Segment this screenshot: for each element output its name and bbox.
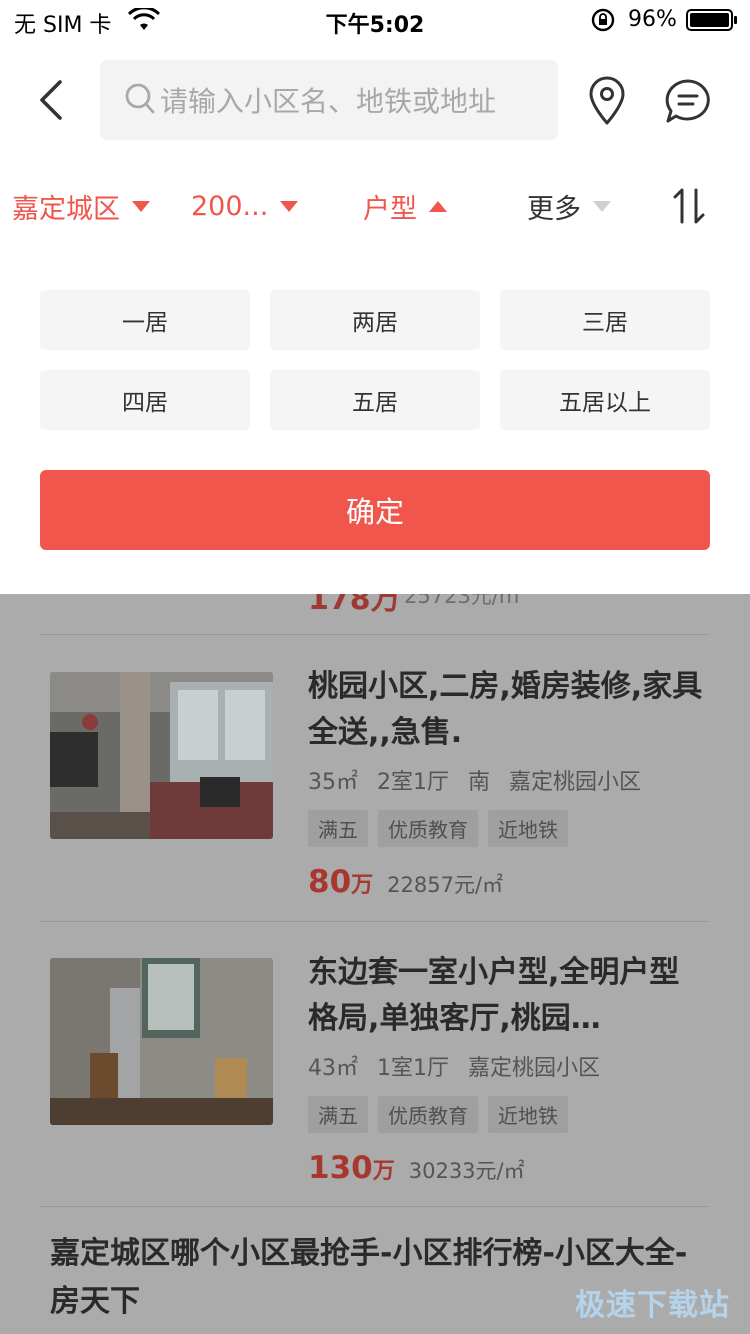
- listing-price-value: 130: [308, 1150, 373, 1186]
- search-input[interactable]: 请输入小区名、地铁或地址: [100, 60, 558, 140]
- listing-title: 东边套一室小户型,全明户型格局,单独客厅,桃园…: [308, 955, 680, 1036]
- listing-tags: 满五 优质教育 近地铁: [308, 810, 578, 847]
- room-option[interactable]: 一居: [40, 290, 250, 350]
- caret-down-icon: [132, 200, 150, 212]
- listing-tags: 满五 优质教育 近地铁: [308, 1096, 578, 1133]
- listing-photo: [50, 958, 273, 1125]
- listing-tag: 优质教育: [378, 1096, 478, 1133]
- confirm-button[interactable]: 确定: [40, 470, 710, 550]
- listing-title: 桃园小区,二房,婚房装修,家具全送,,急售.: [308, 669, 703, 750]
- filter-tab-more[interactable]: 更多: [527, 186, 611, 226]
- nav-bar: 请输入小区名、地铁或地址: [0, 40, 750, 160]
- listing-layout: 2室1厅: [377, 770, 449, 795]
- listing-item[interactable]: 东边套一室小户型,全明户型格局,单独客厅,桃园… 43㎡ 1室1厅 嘉定桃园小区…: [0, 922, 750, 1208]
- caret-down-icon: [593, 200, 611, 212]
- room-option[interactable]: 五居以上: [500, 370, 710, 430]
- filter-tab-label: 户型: [363, 193, 417, 225]
- battery-percent: 96%: [628, 7, 677, 32]
- filter-tab-label: 200...: [191, 190, 269, 222]
- listing-community: 嘉定桃园小区: [468, 1056, 601, 1081]
- page: 无 SIM 卡 下午5:02 96% 请输入小区名、地铁或地址 嘉定城区 200…: [0, 0, 750, 1334]
- listing-price: 80万 22857元/㎡: [308, 864, 503, 900]
- dimmed-listing-overlay[interactable]: 178万 25723元/m 桃园小区,二房,婚房装修,家具全送,,急售. 35㎡…: [0, 594, 750, 1334]
- listing-orientation: 南: [468, 770, 491, 795]
- listing-tag: 近地铁: [488, 1096, 568, 1133]
- listing-tag: 满五: [308, 1096, 368, 1133]
- listing-price-unit: 万: [351, 873, 374, 898]
- room-option[interactable]: 三居: [500, 290, 710, 350]
- cut-off-listing: 178万 25723元/m: [0, 594, 750, 617]
- listing-price-value: 80: [308, 864, 352, 900]
- listing-price: 178万: [308, 594, 401, 617]
- listing-unit-price: 25723元/m: [404, 594, 520, 608]
- message-icon[interactable]: [664, 78, 712, 124]
- listing-community: 嘉定桃园小区: [509, 770, 642, 795]
- listing-area: 35㎡: [308, 770, 358, 795]
- filter-tab-price[interactable]: 200...: [191, 186, 299, 226]
- location-pin-icon[interactable]: [586, 76, 628, 126]
- listing-unit-price: 30233元/㎡: [408, 1159, 525, 1183]
- listing-price: 130万 30233元/㎡: [308, 1150, 525, 1186]
- filter-bar: 嘉定城区 200... 户型 更多: [0, 160, 750, 252]
- listing-item[interactable]: 桃园小区,二房,婚房装修,家具全送,,急售. 35㎡ 2室1厅 南 嘉定桃园小区…: [0, 636, 750, 922]
- listing-layout: 1室1厅: [377, 1056, 449, 1081]
- watermark: 极速下载站: [575, 1288, 730, 1323]
- search-icon: [125, 83, 155, 114]
- listing-unit-price: 22857元/㎡: [387, 873, 504, 897]
- filter-tab-label: 嘉定城区: [12, 193, 120, 225]
- filter-tab-district[interactable]: 嘉定城区: [12, 186, 150, 226]
- battery-icon: [686, 9, 737, 31]
- filter-tab-label: 更多: [527, 193, 581, 225]
- room-option[interactable]: 四居: [40, 370, 250, 430]
- status-bar: 无 SIM 卡 下午5:02 96%: [0, 0, 750, 40]
- listing-tag: 满五: [308, 810, 368, 847]
- listing-meta: 35㎡ 2室1厅 南 嘉定桃园小区: [308, 764, 653, 796]
- orientation-lock-icon: [591, 8, 615, 32]
- back-arrow-icon[interactable]: [34, 78, 68, 122]
- listing-area: 43㎡: [308, 1056, 358, 1081]
- listing-tag: 近地铁: [488, 810, 568, 847]
- search-placeholder: 请输入小区名、地铁或地址: [160, 85, 497, 118]
- divider: [40, 1206, 710, 1207]
- caret-down-icon: [280, 200, 299, 212]
- room-option[interactable]: 五居: [270, 370, 480, 430]
- sort-icon[interactable]: [668, 186, 710, 226]
- listing-tag: 优质教育: [378, 810, 478, 847]
- filter-tab-room-type[interactable]: 户型: [363, 186, 447, 226]
- listing-price-unit: 万: [372, 1159, 395, 1184]
- listing-photo: [50, 672, 273, 839]
- caret-up-icon: [429, 200, 447, 212]
- room-option[interactable]: 两居: [270, 290, 480, 350]
- listing-meta: 43㎡ 1室1厅 嘉定桃园小区: [308, 1050, 612, 1082]
- divider: [40, 634, 710, 635]
